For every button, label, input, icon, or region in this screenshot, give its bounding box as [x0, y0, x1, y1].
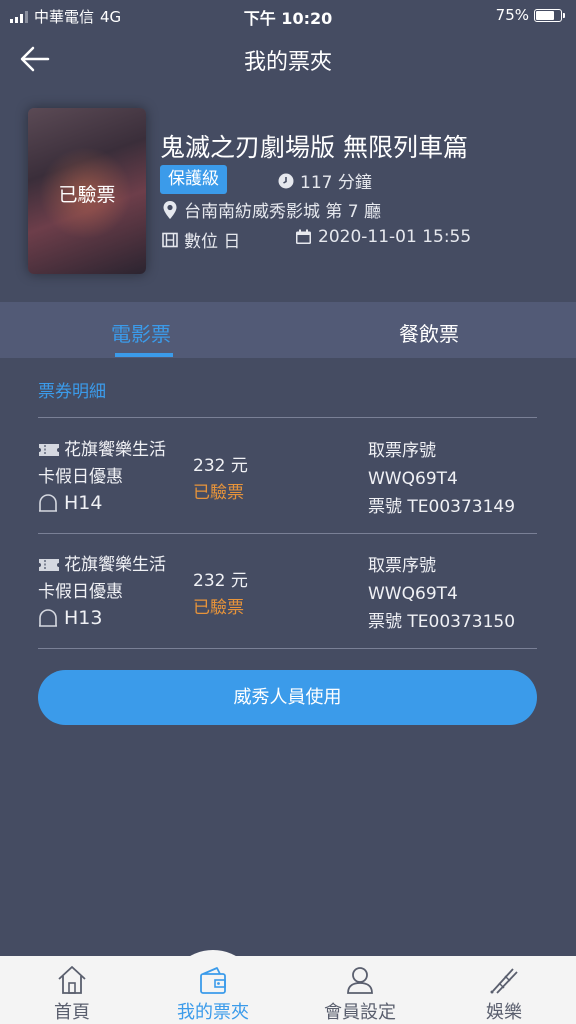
pickup-label: 取票序號	[368, 441, 436, 461]
movie-title: 鬼滅之刃劇場版 無限列車篇	[160, 133, 468, 162]
nav-wallet-label: 我的票夾	[177, 1002, 249, 1023]
pickup-label: 取票序號	[368, 556, 436, 576]
poster-stamp: 已驗票	[58, 184, 116, 206]
clock-icon	[278, 173, 294, 188]
movie-poster: 已驗票	[28, 108, 146, 274]
nav-wallet[interactable]: 我的票夾	[158, 956, 268, 1024]
ticket-tabs: 電影票 餐飲票	[0, 302, 576, 358]
nav-entertainment-label: 娛樂	[486, 1002, 522, 1023]
ticket-type-line1: 花旗饗樂生活	[64, 555, 166, 575]
pickup-code: WWQ69T4	[368, 469, 458, 489]
bottom-nav-items: 首頁 我的票夾 會員設定 娛樂	[0, 956, 576, 1024]
section-label: 票券明細	[38, 382, 106, 402]
seat-number: H14	[64, 492, 103, 514]
nav-member-label: 會員設定	[324, 1002, 396, 1023]
status-bar: 中華電信 4G 下午 10:20 75%	[0, 0, 576, 30]
ticket-item: 花旗饗樂生活 卡假日優惠 H13 232 元 已驗票 取票序號 WWQ69T4 …	[38, 534, 537, 648]
pickup-info: 取票序號 WWQ69T4 票號 TE00373149	[368, 437, 515, 521]
seat-info: H14	[38, 492, 102, 514]
pickup-code: WWQ69T4	[368, 584, 458, 604]
app-header: 我的票夾	[0, 30, 576, 86]
nav-member[interactable]: 會員設定	[305, 956, 415, 1024]
cinema-row: 台南南紡威秀影城 第 7 廳	[162, 197, 381, 222]
user-icon	[347, 967, 373, 994]
tab-food-tickets[interactable]: 餐飲票	[399, 318, 459, 347]
duration-text: 117 分鐘	[300, 173, 372, 193]
ticket-status: 已驗票	[193, 598, 244, 618]
ticket-type: 花旗饗樂生活 卡假日優惠	[38, 437, 188, 491]
ticket-type-line1: 花旗饗樂生活	[64, 440, 166, 460]
ticket-type: 花旗饗樂生活 卡假日優惠	[38, 552, 188, 606]
staff-use-button[interactable]: 威秀人員使用	[38, 670, 537, 725]
active-tab-indicator	[115, 353, 173, 357]
ticket-number: 票號 TE00373149	[368, 497, 516, 517]
rating-badge: 保護級	[160, 165, 227, 194]
seat-number: H13	[64, 607, 103, 629]
ticket-status: 已驗票	[193, 483, 244, 503]
page-title: 我的票夾	[243, 50, 332, 75]
ticket-type-line2: 卡假日優惠	[38, 582, 123, 602]
ticket-icon	[39, 444, 59, 456]
ticket-item: 花旗饗樂生活 卡假日優惠 H14 232 元 已驗票 取票序號 WWQ69T4 …	[38, 419, 537, 533]
nav-entertainment[interactable]: 娛樂	[449, 956, 559, 1024]
home-icon	[58, 966, 86, 994]
ticket-icon	[39, 559, 59, 571]
divider	[38, 648, 537, 649]
film-icon	[162, 232, 178, 247]
nav-home[interactable]: 首頁	[17, 956, 127, 1024]
location-pin-icon	[163, 200, 177, 219]
datetime-text: 2020-11-01 15:55	[318, 227, 472, 247]
tab-movie-tickets[interactable]: 電影票	[111, 318, 171, 347]
calendar-icon	[296, 229, 311, 244]
status-time: 下午 10:20	[243, 9, 333, 28]
battery-icon	[534, 8, 565, 22]
battery-percent: 75%	[495, 6, 529, 24]
nav-home-label: 首頁	[54, 1002, 90, 1023]
format-text: 數位 日	[184, 232, 241, 252]
datetime-row: 2020-11-01 15:55	[295, 227, 471, 247]
duration-row: 117 分鐘	[278, 168, 372, 193]
wallet-icon	[200, 967, 226, 994]
pickup-info: 取票序號 WWQ69T4 票號 TE00373150	[368, 552, 515, 636]
seat-icon	[39, 494, 57, 512]
divider	[38, 417, 537, 418]
cinema-text: 台南南紡威秀影城 第 7 廳	[184, 202, 382, 222]
format-row: 數位 日	[162, 227, 240, 252]
entertainment-icon	[490, 968, 518, 994]
ticket-price: 232 元	[193, 456, 248, 476]
ticket-number: 票號 TE00373150	[368, 612, 516, 632]
ticket-price: 232 元	[193, 571, 248, 591]
seat-icon	[39, 609, 57, 627]
ticket-type-line2: 卡假日優惠	[38, 467, 123, 487]
status-right: 75%	[495, 6, 565, 24]
seat-info: H13	[38, 607, 102, 629]
